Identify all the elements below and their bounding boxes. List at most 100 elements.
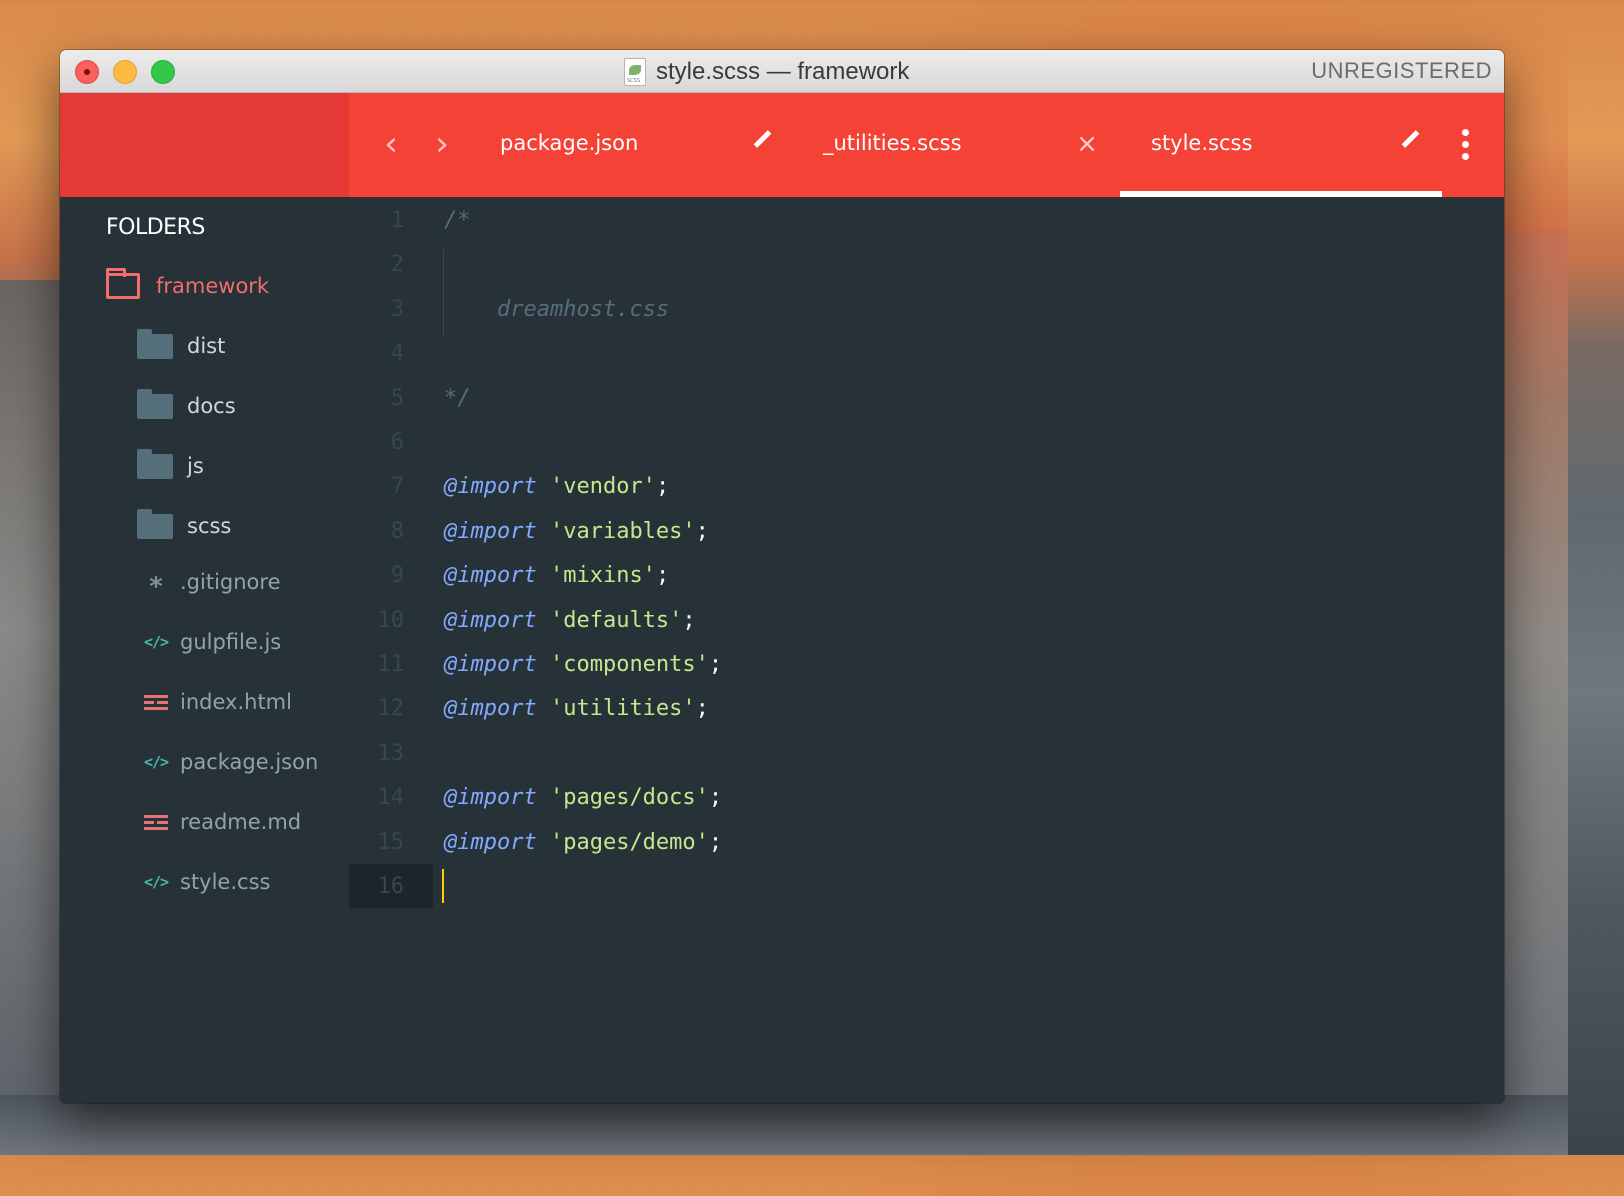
file-label: readme.md bbox=[180, 810, 302, 834]
code-line[interactable]: 5 */ bbox=[349, 377, 1504, 421]
code-line[interactable]: 14 @import 'pages/docs'; bbox=[349, 776, 1504, 820]
title-bar[interactable]: style.scss — framework UNREGISTERED bbox=[60, 50, 1504, 93]
folder-label: scss bbox=[187, 514, 232, 538]
folder-label: dist bbox=[187, 334, 226, 358]
code-token: @import bbox=[444, 696, 537, 722]
file-gulpfile-js[interactable]: </> gulpfile.js bbox=[142, 624, 281, 660]
chevron-left-icon[interactable]: ‹ bbox=[377, 127, 405, 161]
tab-package-json[interactable]: package.json bbox=[480, 93, 805, 197]
code-line[interactable]: 10 @import 'defaults'; bbox=[349, 599, 1504, 643]
code-text: /* bbox=[444, 199, 471, 243]
code-token: 'pages/docs' bbox=[549, 785, 709, 811]
code-line[interactable]: 11 @import 'components'; bbox=[349, 643, 1504, 687]
code-line[interactable]: 2 bbox=[349, 243, 1504, 287]
file-style-css[interactable]: </> style.css bbox=[142, 864, 271, 900]
sidebar: FOLDERS framework dist docs js scss ∗ .g… bbox=[60, 197, 349, 1103]
code-token: @import bbox=[444, 518, 537, 544]
zoom-window-button[interactable] bbox=[151, 60, 175, 84]
folder-label: framework bbox=[156, 274, 270, 298]
window-title: style.scss — framework bbox=[656, 58, 910, 85]
file-package-json[interactable]: </> package.json bbox=[142, 744, 318, 780]
minimize-window-button[interactable] bbox=[113, 60, 137, 84]
tab-bar: ‹ › package.json _utilities.scss × style… bbox=[60, 93, 1504, 197]
line-number: 16 bbox=[377, 874, 405, 899]
folder-icon bbox=[137, 448, 173, 479]
code-text: @import 'pages/demo'; bbox=[444, 821, 722, 865]
line-number: 11 bbox=[377, 652, 405, 677]
code-icon: </> bbox=[143, 633, 169, 651]
file-gitignore[interactable]: ∗ .gitignore bbox=[142, 564, 281, 600]
code-line[interactable]: 13 bbox=[349, 732, 1504, 776]
code-token: */ bbox=[444, 385, 471, 411]
code-token: ; bbox=[708, 652, 723, 677]
close-icon[interactable]: × bbox=[1073, 129, 1101, 159]
line-number: 5 bbox=[390, 385, 404, 411]
code-token: ; bbox=[708, 785, 723, 811]
close-window-button[interactable] bbox=[75, 60, 99, 84]
code-line[interactable]: 15 @import 'pages/demo'; bbox=[349, 821, 1504, 865]
folder-icon bbox=[137, 508, 173, 539]
folder-js[interactable]: js bbox=[137, 448, 204, 484]
folder-icon bbox=[137, 328, 173, 359]
line-number: 3 bbox=[390, 296, 404, 322]
chevron-right-icon[interactable]: › bbox=[428, 127, 456, 161]
line-number: 15 bbox=[377, 829, 405, 855]
code-token: @import bbox=[444, 829, 537, 855]
code-line[interactable]: 7 @import 'vendor'; bbox=[349, 465, 1504, 509]
code-token: ; bbox=[695, 518, 709, 544]
folder-framework[interactable]: framework bbox=[106, 268, 269, 304]
file-index-html[interactable]: index.html bbox=[142, 684, 292, 720]
code-text: @import 'vendor'; bbox=[444, 465, 669, 509]
code-text: @import 'components'; bbox=[444, 643, 722, 687]
tab-label: _utilities.scss bbox=[823, 131, 962, 155]
window-title-group: style.scss — framework bbox=[624, 56, 909, 88]
line-number: 13 bbox=[377, 740, 405, 766]
html-icon bbox=[142, 688, 170, 716]
folder-open-icon bbox=[106, 268, 140, 299]
code-token: 'defaults' bbox=[549, 607, 683, 633]
folder-scss[interactable]: scss bbox=[137, 508, 231, 544]
pencil-icon[interactable] bbox=[748, 129, 776, 159]
code-line[interactable]: 16 bbox=[349, 865, 1504, 909]
tab-utilities-scss[interactable]: _utilities.scss × bbox=[805, 93, 1120, 197]
code-line[interactable]: 8 @import 'variables'; bbox=[349, 510, 1504, 554]
code-text: @import 'variables'; bbox=[444, 510, 709, 554]
unregistered-label: UNREGISTERED bbox=[1311, 58, 1492, 83]
line-number: 4 bbox=[390, 341, 404, 367]
code-token: ; bbox=[708, 829, 723, 855]
scss-document-icon bbox=[624, 58, 646, 86]
code-line[interactable]: 3 dreamhost.css bbox=[349, 288, 1504, 332]
desktop-wallpaper-bottom bbox=[0, 1095, 1568, 1155]
line-number: 10 bbox=[377, 607, 405, 633]
code-line[interactable]: 4 bbox=[349, 332, 1504, 376]
code-text: @import 'utilities'; bbox=[444, 687, 709, 731]
code-token: @import bbox=[444, 563, 537, 589]
line-number: 14 bbox=[377, 785, 405, 811]
code-line[interactable]: 6 bbox=[349, 421, 1504, 465]
code-token: dreamhost.css bbox=[444, 296, 670, 322]
line-number: 2 bbox=[390, 252, 404, 278]
folder-dist[interactable]: dist bbox=[137, 328, 225, 364]
code-token: ; bbox=[682, 607, 696, 633]
code-text: @import 'pages/docs'; bbox=[444, 776, 722, 820]
code-line[interactable]: 1 /* bbox=[349, 199, 1504, 243]
code-line[interactable]: 9 @import 'mixins'; bbox=[349, 554, 1504, 598]
line-number: 7 bbox=[390, 474, 404, 500]
code-line[interactable]: 12 @import 'utilities'; bbox=[349, 687, 1504, 731]
line-number: 6 bbox=[390, 430, 404, 455]
file-label: gulpfile.js bbox=[180, 630, 282, 654]
tab-label: style.scss bbox=[1151, 131, 1253, 155]
folder-icon bbox=[137, 388, 173, 419]
tab-bar-sidebar-spacer bbox=[60, 93, 349, 197]
file-label: .gitignore bbox=[180, 570, 281, 594]
pencil-icon[interactable] bbox=[1396, 129, 1424, 159]
folder-label: docs bbox=[187, 394, 236, 418]
more-vertical-icon[interactable] bbox=[1455, 129, 1475, 163]
file-readme-md[interactable]: readme.md bbox=[142, 804, 301, 840]
code-text: @import 'mixins'; bbox=[444, 554, 669, 598]
folder-docs[interactable]: docs bbox=[137, 388, 236, 424]
code-editor[interactable]: 1 /* 2 3 dreamhost.css 4 5 */ 6 7 @import 'vendor… bbox=[349, 197, 1504, 1103]
tab-style-scss[interactable]: style.scss bbox=[1120, 93, 1442, 197]
